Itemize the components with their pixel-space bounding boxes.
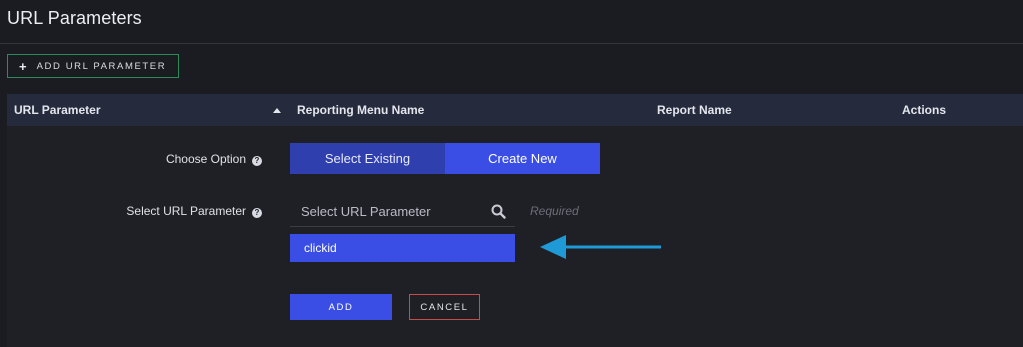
url-parameter-search <box>290 198 515 227</box>
choose-option-label: Choose Option? <box>120 152 262 166</box>
select-existing-button[interactable]: Select Existing <box>290 143 445 174</box>
cancel-button[interactable]: CANCEL <box>409 294 480 320</box>
table-header: URL Parameter Reporting Menu Name Report… <box>7 94 1023 126</box>
required-hint: Required <box>530 204 579 218</box>
arrow-left-icon <box>540 235 661 259</box>
select-url-parameter-text: Select URL Parameter <box>126 204 246 218</box>
choose-option-toggle: Select Existing Create New <box>290 143 600 174</box>
sort-up-icon[interactable] <box>273 108 281 113</box>
header-reporting-menu-name[interactable]: Reporting Menu Name <box>297 103 424 117</box>
help-icon[interactable]: ? <box>252 156 262 166</box>
create-new-button[interactable]: Create New <box>445 143 600 174</box>
add-url-parameter-label: ADD URL PARAMETER <box>36 60 167 72</box>
add-url-parameter-button[interactable]: + ADD URL PARAMETER <box>7 54 179 78</box>
choose-option-text: Choose Option <box>165 152 246 166</box>
add-button[interactable]: ADD <box>290 294 392 320</box>
dropdown-option-clickid[interactable]: clickid <box>290 234 515 262</box>
page-title: URL Parameters <box>7 8 142 28</box>
title-divider <box>0 43 1023 44</box>
search-icon[interactable] <box>491 204 506 219</box>
plus-icon: + <box>19 58 27 74</box>
header-url-parameter[interactable]: URL Parameter <box>14 103 100 117</box>
select-url-parameter-label: Select URL Parameter? <box>100 204 262 218</box>
header-report-name[interactable]: Report Name <box>657 103 732 117</box>
url-parameter-search-input[interactable] <box>290 198 480 225</box>
header-actions: Actions <box>902 103 947 117</box>
help-icon[interactable]: ? <box>252 208 262 218</box>
